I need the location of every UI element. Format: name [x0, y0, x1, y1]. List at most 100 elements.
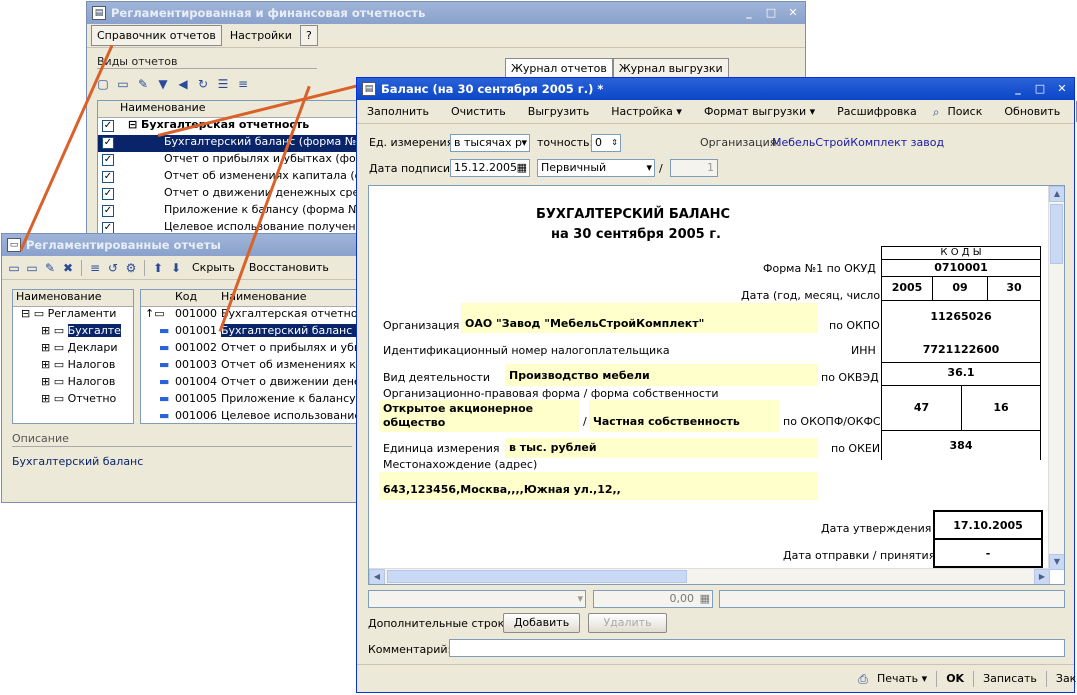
edit-icon[interactable]: ✎ — [42, 260, 58, 276]
sign-date-field[interactable]: 15.12.2005 ▦ — [450, 159, 530, 177]
checkbox[interactable]: ✓ — [102, 205, 114, 217]
minimize-icon[interactable]: _ — [741, 5, 757, 21]
legal-form-field[interactable]: Открытое акционерное общество — [379, 400, 579, 432]
reports-directory-button[interactable]: Справочник отчетов — [91, 25, 222, 46]
folder-up-icon: ↑▭ — [145, 307, 165, 320]
close-icon[interactable]: ✕ — [1054, 81, 1070, 97]
report-type-select[interactable]: Первичный ▾ — [537, 159, 655, 177]
folder-icon[interactable]: ▭ — [24, 260, 40, 276]
okved-value[interactable]: 36.1 — [881, 362, 1041, 386]
scroll-thumb[interactable] — [387, 570, 687, 583]
clear-button[interactable]: Очистить — [445, 101, 512, 122]
list-item[interactable]: ✓ Отчет о движении денежных средств — [98, 186, 356, 203]
unit-select[interactable]: в тысячах р ▾ — [450, 134, 530, 152]
scroll-up-icon[interactable]: ▲ — [1049, 186, 1064, 202]
hierarchy-icon[interactable]: ≡ — [87, 260, 103, 276]
settings-button[interactable]: Настройки — [224, 25, 298, 46]
tree-item[interactable]: ⊞ ▭ Отчетно — [13, 392, 133, 409]
checkbox[interactable]: ✓ — [102, 120, 114, 132]
hide-button[interactable]: Скрыть — [186, 257, 241, 278]
scroll-right-icon[interactable]: ▶ — [1034, 569, 1050, 584]
close-button[interactable]: Закрыть — [1050, 668, 1077, 689]
minimize-icon[interactable]: _ — [1010, 81, 1026, 97]
unit-field[interactable]: в тыс. рублей — [505, 438, 818, 458]
scroll-thumb[interactable] — [1050, 204, 1063, 264]
list-icon[interactable]: ☰ — [215, 76, 231, 92]
back-icon[interactable]: ◀ — [175, 76, 191, 92]
precision-stepper[interactable]: 0 ⇕ — [591, 134, 621, 152]
organization-link[interactable]: МебельСтройКомплект завод — [772, 136, 944, 149]
list-item[interactable]: ✓ ⊟ Бухгалтерская отчетность — [98, 118, 356, 135]
checkbox[interactable]: ✓ — [102, 188, 114, 200]
table-row[interactable]: ▬001002Отчет о прибылях и убытк — [141, 341, 359, 358]
approve-date-value[interactable]: 17.10.2005 — [933, 510, 1043, 540]
list-item[interactable]: ✓ Отчет об изменениях капитала (форм — [98, 169, 356, 186]
add-button[interactable]: Добавить — [503, 613, 580, 633]
delete-icon[interactable]: ✖ — [60, 260, 76, 276]
down-arrow-icon[interactable]: ⬇ — [168, 260, 184, 276]
sync-icon[interactable]: ↺ — [105, 260, 121, 276]
print-button[interactable]: Печать ▾ — [871, 668, 933, 689]
okopf-value[interactable]: 47 — [881, 385, 962, 431]
settings-menu[interactable]: Настройка ▾ — [605, 101, 688, 122]
org-field[interactable]: ОАО "Завод "МебельСтройКомплект" — [461, 303, 818, 333]
checkbox[interactable]: ✓ — [102, 137, 114, 149]
table-row[interactable]: ▬ 001005 Приложение к балансу (ф — [141, 392, 359, 409]
export-button[interactable]: Выгрузить — [522, 101, 595, 122]
okfs-value[interactable]: 16 — [961, 385, 1041, 431]
close-icon[interactable]: ✕ — [785, 5, 801, 21]
scroll-left-icon[interactable]: ◀ — [369, 569, 385, 584]
search-button[interactable]: Поиск — [942, 101, 989, 122]
window-title-bar[interactable]: ▤ Баланс (на 30 сентября 2005 г.) * _ □ … — [357, 78, 1074, 100]
up-arrow-icon[interactable]: ⬆ — [150, 260, 166, 276]
folder-icon[interactable]: ▭ — [115, 76, 131, 92]
table-row[interactable]: ▬001001Бухгалтерский баланс (фо — [141, 324, 359, 341]
export-format-menu[interactable]: Формат выгрузки ▾ — [698, 101, 821, 122]
window-title-bar[interactable]: ▭ Регламентированные отчеты — [2, 234, 360, 256]
ownership-field[interactable]: Частная собственность — [589, 400, 779, 432]
new-folder-icon[interactable]: ▭ — [6, 260, 22, 276]
checkbox[interactable]: ✓ — [102, 171, 114, 183]
list-item[interactable]: ✓ Бухгалтерский баланс (форма №1) — [98, 135, 356, 152]
list-item[interactable]: ✓ Отчет о прибылях и убытках (форма № — [98, 152, 356, 169]
tree-item[interactable]: ⊞ ▭ Налогов — [13, 358, 133, 375]
tree-item[interactable]: ⊞ ▭ Деклари — [13, 341, 133, 358]
decode-button[interactable]: Расшифровка — [831, 101, 923, 122]
checkbox[interactable]: ✓ — [102, 154, 114, 166]
table-row[interactable]: ▬001003Отчет об изменениях капи — [141, 358, 359, 375]
save-button[interactable]: Записать — [977, 668, 1043, 689]
horizontal-scrollbar[interactable]: ◀ ▶ — [369, 568, 1050, 584]
ok-button[interactable]: OK — [940, 668, 970, 689]
filter-icon[interactable]: ≡ — [235, 76, 251, 92]
tab-reports-journal[interactable]: Журнал отчетов — [505, 58, 613, 79]
code-column-header[interactable]: Код — [175, 290, 197, 303]
comment-field[interactable] — [449, 639, 1065, 657]
settings-icon[interactable]: ⚙ — [123, 260, 139, 276]
tree-item[interactable]: ⊟ ▭ Регламенти — [13, 307, 133, 324]
fill-button[interactable]: Заполнить — [361, 101, 435, 122]
table-row[interactable]: ▬ 001006 Целевое использование п — [141, 409, 359, 423]
inn-short-label: ИНН — [851, 344, 876, 357]
help-button[interactable]: ? — [299, 25, 318, 46]
tab-export-journal[interactable]: Журнал выгрузки — [612, 58, 729, 79]
activity-field[interactable]: Производство мебели — [505, 364, 818, 386]
maximize-icon[interactable]: □ — [763, 5, 779, 21]
table-row[interactable]: ↑▭001000Бухгалтерская отчетность — [141, 307, 359, 324]
refresh-button[interactable]: Обновить — [998, 101, 1066, 122]
send-date-value[interactable]: - — [933, 538, 1043, 568]
dropdown-icon[interactable]: ▼ — [155, 76, 171, 92]
address-field[interactable]: 643,123456,Москва,,,,Южная ул.,12,, — [379, 472, 818, 500]
okpo-value[interactable]: 11265026 — [881, 300, 1041, 334]
delete-button[interactable]: Удалить — [588, 613, 667, 633]
maximize-icon[interactable]: □ — [1032, 81, 1048, 97]
vertical-scrollbar[interactable]: ▲ ▼ — [1048, 186, 1064, 570]
tree-item[interactable]: ⊞ ▭ Налогов — [13, 375, 133, 392]
restore-button[interactable]: Восстановить — [243, 257, 335, 278]
table-row[interactable]: ▬001004Отчет о движении денежн — [141, 375, 359, 392]
window-title-bar[interactable]: ▤ Регламентированная и финансовая отчетн… — [87, 2, 805, 24]
scroll-down-icon[interactable]: ▼ — [1049, 554, 1064, 570]
tree-item[interactable]: ⊞ ▭ Бухгалте — [13, 324, 133, 341]
edit-icon[interactable]: ✎ — [135, 76, 151, 92]
list-item[interactable]: ✓ Приложение к балансу (форма №5) — [98, 203, 356, 220]
refresh-icon[interactable]: ↻ — [195, 76, 211, 92]
